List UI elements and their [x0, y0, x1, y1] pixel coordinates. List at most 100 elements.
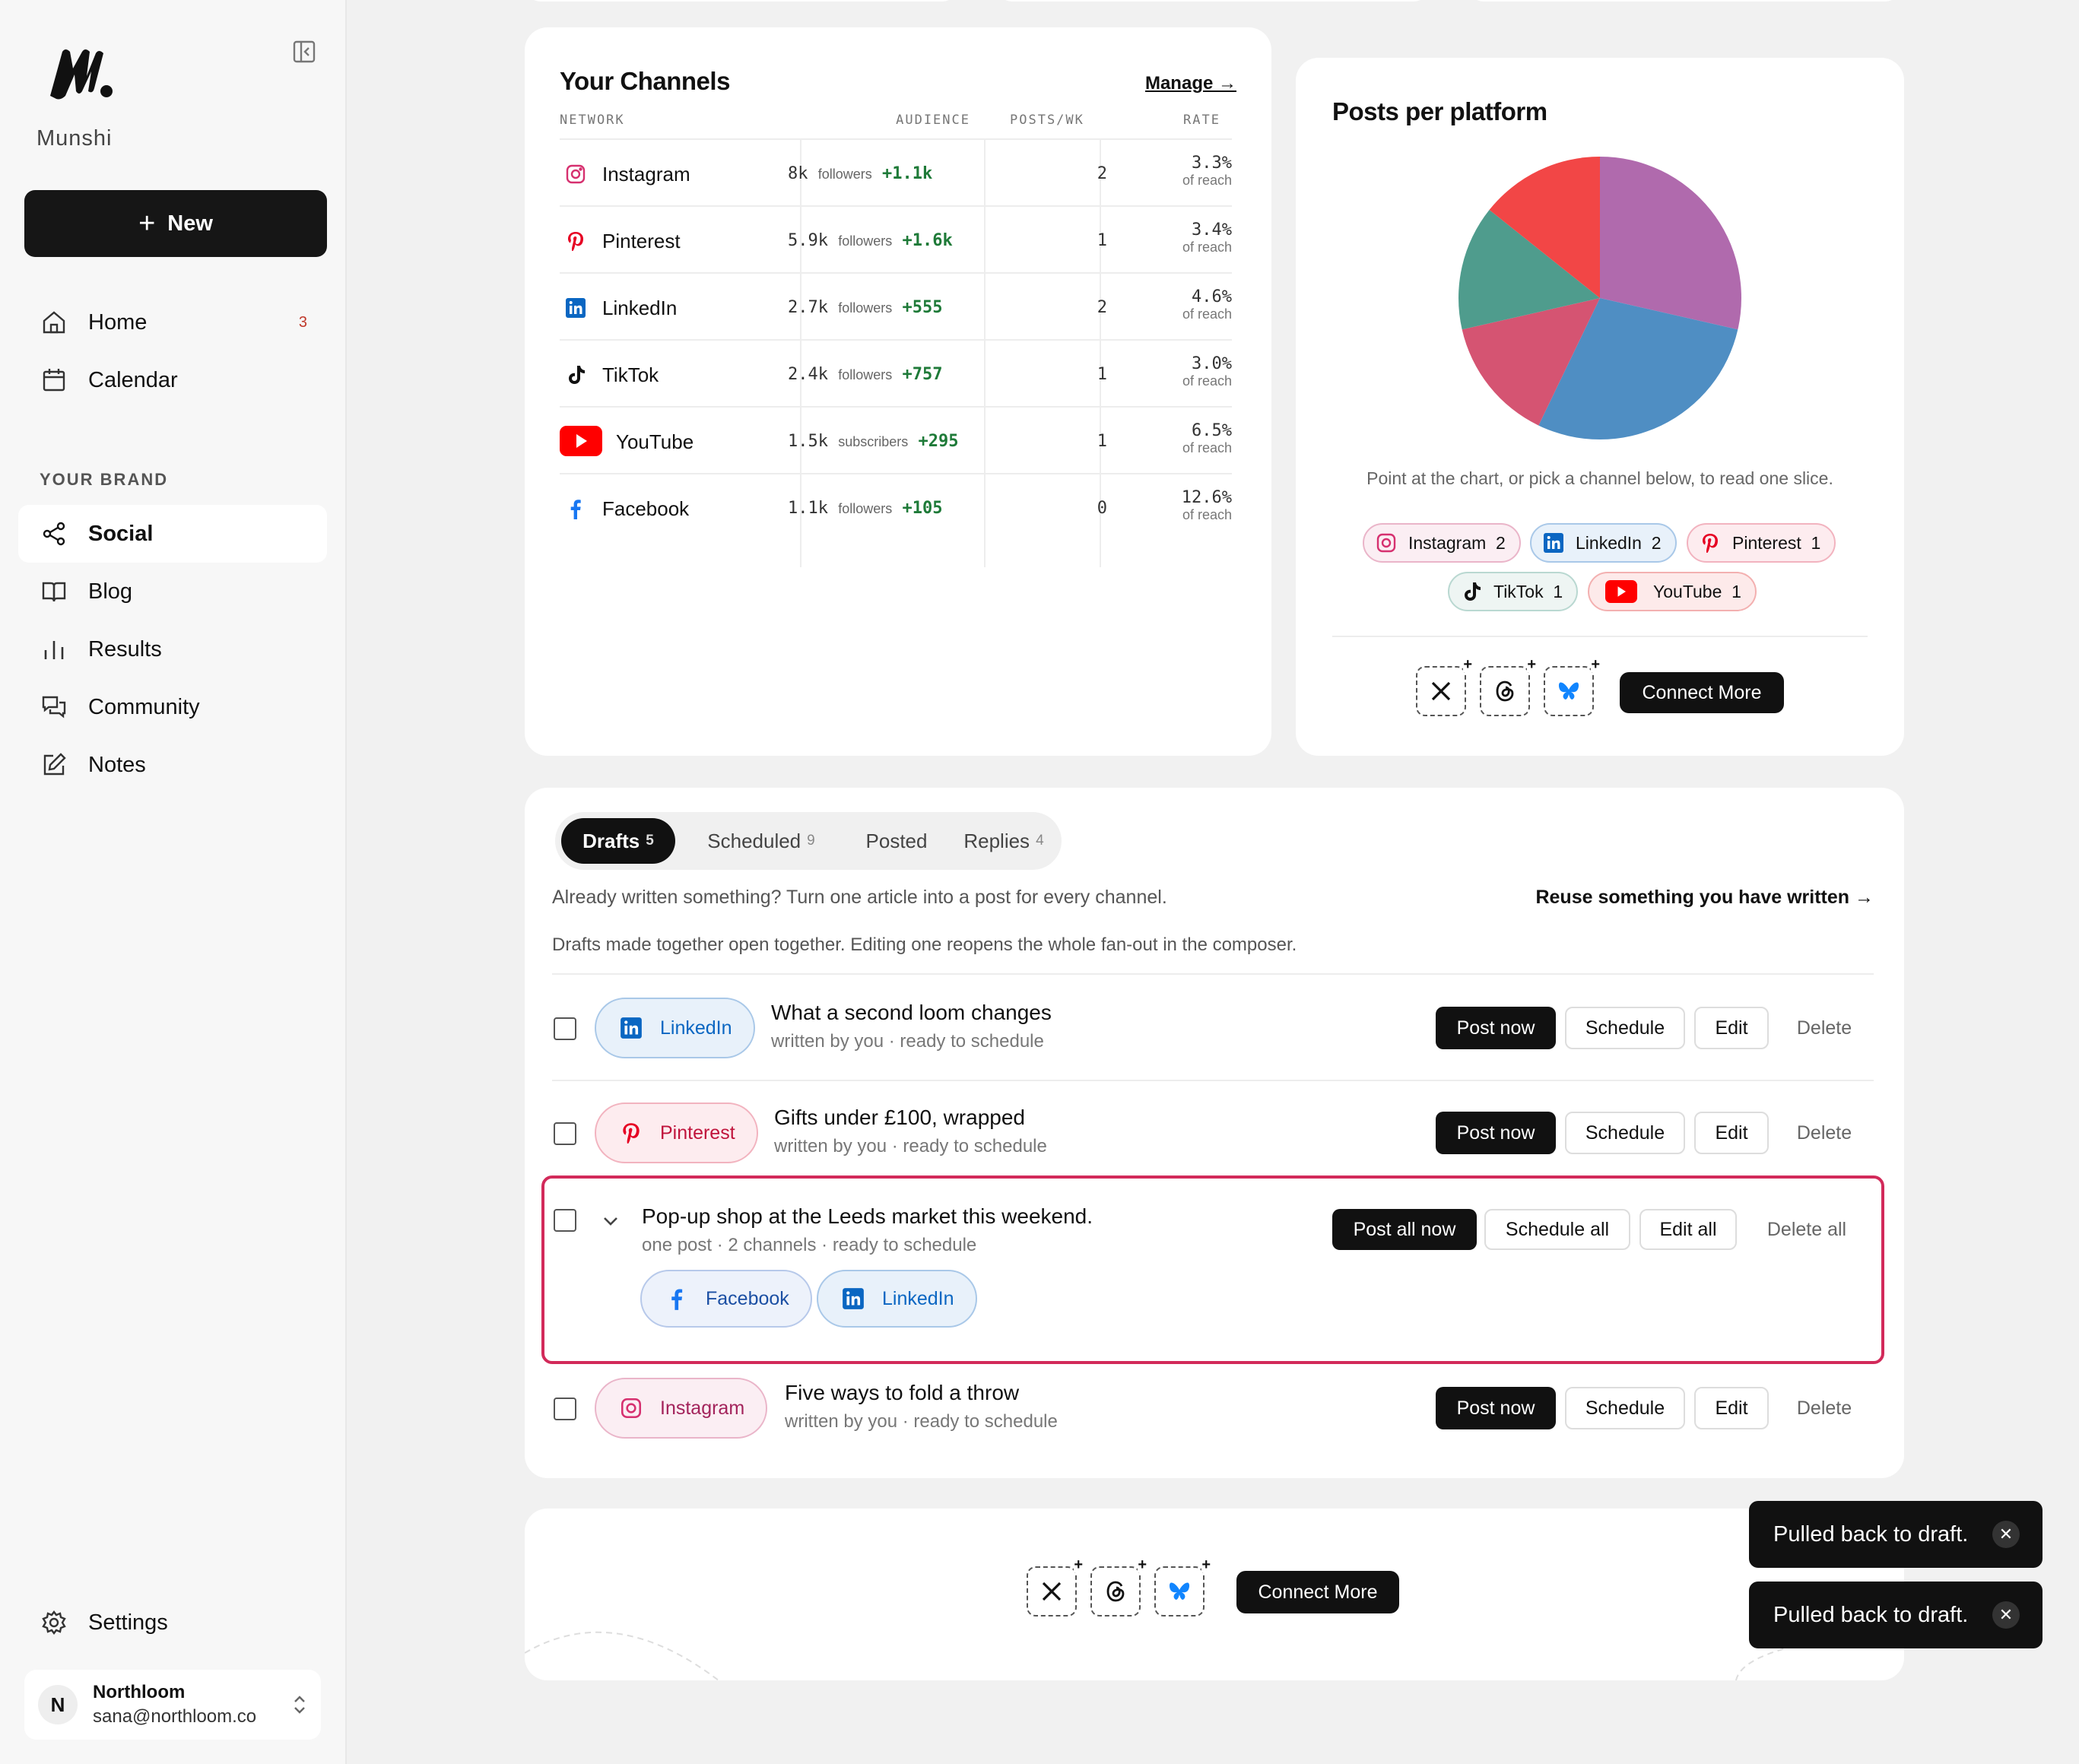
channel-row-facebook[interactable]: Facebook 1.1k followers +105 0 12.6% of r…	[560, 473, 1232, 540]
group-chip-linkedin[interactable]: LinkedIn	[817, 1270, 977, 1328]
edit-button[interactable]: Edit	[1694, 1112, 1769, 1154]
partial-card-top-1	[525, 0, 958, 2]
nav-community[interactable]: Community	[18, 678, 327, 736]
post-now-button[interactable]: Post now	[1436, 1112, 1556, 1154]
tab-posted[interactable]: Posted	[847, 818, 946, 864]
connect-threads-button[interactable]: +	[1090, 1557, 1147, 1616]
draft-group-title[interactable]: Pop-up shop at the Leeds market this wee…	[642, 1204, 1093, 1229]
pill-instagram[interactable]: Instagram 2	[1363, 523, 1521, 563]
youtube-icon	[1605, 580, 1637, 603]
tab-replies[interactable]: Replies 4	[952, 818, 1055, 864]
schedule-all-button[interactable]: Schedule all	[1484, 1209, 1630, 1250]
tab-scheduled[interactable]: Scheduled 9	[681, 818, 841, 864]
schedule-button[interactable]: Schedule	[1565, 1387, 1685, 1429]
group-chip-facebook[interactable]: Facebook	[640, 1270, 812, 1328]
instagram-icon	[621, 1398, 642, 1419]
draft-checkbox[interactable]	[554, 1398, 576, 1420]
home-icon	[43, 311, 65, 334]
platform-card: Posts per platform Point at the chart, o…	[1296, 58, 1904, 756]
calendar-icon	[43, 369, 65, 392]
connect-more-button[interactable]: Connect More	[1236, 1571, 1399, 1613]
post-all-now-button[interactable]: Post all now	[1332, 1209, 1477, 1250]
connect-bluesky-button[interactable]: +	[1154, 1557, 1211, 1616]
connect-x-button[interactable]: +	[1027, 1557, 1083, 1616]
draft-meta: written by you · ready to schedule	[785, 1411, 1058, 1432]
nav-results[interactable]: Results	[18, 620, 327, 678]
draft-group: Pop-up shop at the Leeds market this wee…	[541, 1175, 1884, 1364]
chevron-down-icon[interactable]	[602, 1215, 619, 1227]
threads-icon	[1496, 681, 1514, 702]
partial-card-top-2	[996, 0, 1430, 2]
tab-drafts[interactable]: Drafts 5	[561, 818, 675, 864]
pill-linkedin[interactable]: LinkedIn 2	[1530, 523, 1677, 563]
nav-social[interactable]: Social	[18, 505, 327, 563]
munshi-logo[interactable]	[47, 46, 116, 100]
draft-checkbox[interactable]	[554, 1122, 576, 1145]
channels-card: Your Channels Manage → NETWORK AUDIENCE …	[525, 27, 1271, 756]
brand-name: Munshi	[37, 126, 113, 151]
nav-blog[interactable]: Blog	[18, 563, 327, 620]
draft-title[interactable]: What a second loom changes	[771, 1001, 1052, 1025]
nav-notes[interactable]: Notes	[18, 736, 327, 794]
connect-bluesky-button[interactable]: +	[1544, 657, 1600, 716]
instagram-icon	[566, 164, 586, 184]
account-switcher[interactable]: N Northloom sana@northloom.co	[24, 1670, 321, 1740]
post-now-button[interactable]: Post now	[1436, 1387, 1556, 1429]
delete-button[interactable]: Delete	[1782, 1387, 1866, 1429]
col-rate: RATE	[1183, 113, 1220, 128]
draft-checkbox[interactable]	[554, 1209, 576, 1232]
gear-icon	[42, 1610, 66, 1635]
collapse-sidebar-icon[interactable]	[292, 40, 316, 64]
sidebar: Munshi + New Home 3 Calendar YOUR BRAND …	[0, 0, 347, 1764]
pill-youtube[interactable]: YouTube 1	[1588, 572, 1757, 611]
draft-title[interactable]: Gifts under £100, wrapped	[774, 1106, 1025, 1130]
close-icon[interactable]: ✕	[1992, 1601, 2020, 1629]
draft-channel-chip-linkedin: LinkedIn	[595, 998, 755, 1058]
edit-button[interactable]: Edit	[1694, 1007, 1769, 1049]
linkedin-icon	[566, 298, 586, 318]
toast-notification: Pulled back to draft. ✕	[1749, 1501, 2042, 1568]
delete-button[interactable]: Delete	[1782, 1112, 1866, 1154]
draft-title[interactable]: Five ways to fold a throw	[785, 1381, 1019, 1405]
post-now-button[interactable]: Post now	[1436, 1007, 1556, 1049]
connect-x-button[interactable]: +	[1416, 657, 1472, 716]
draft-channel-chip-pinterest: Pinterest	[595, 1102, 758, 1163]
pill-pinterest[interactable]: Pinterest 1	[1687, 523, 1836, 563]
bluesky-icon	[1169, 1582, 1190, 1600]
nav-settings[interactable]: Settings	[18, 1594, 327, 1651]
delete-button[interactable]: Delete	[1782, 1007, 1866, 1049]
draft-meta: written by you · ready to schedule	[774, 1136, 1047, 1156]
draft-checkbox[interactable]	[554, 1017, 576, 1040]
youtube-icon	[560, 426, 602, 456]
x-icon	[1431, 681, 1451, 701]
channel-row-instagram[interactable]: Instagram 8k followers +1.1k 2 3.3% of re…	[560, 138, 1232, 205]
nav-home[interactable]: Home 3	[18, 293, 327, 351]
connect-more-button[interactable]: Connect More	[1620, 672, 1784, 713]
edit-button[interactable]: Edit	[1694, 1387, 1769, 1429]
avatar: N	[38, 1685, 78, 1724]
channel-row-youtube[interactable]: YouTube 1.5k subscribers +295 1 6.5% of r…	[560, 406, 1232, 473]
nav-calendar[interactable]: Calendar	[18, 351, 327, 409]
pill-tiktok[interactable]: TikTok 1	[1448, 572, 1579, 611]
channel-row-linkedin[interactable]: LinkedIn 2.7k followers +555 2 4.6% of re…	[560, 272, 1232, 339]
draft-channel-chip-instagram: Instagram	[595, 1378, 768, 1439]
channel-row-pinterest[interactable]: Pinterest 5.9k followers +1.6k 1 3.4% of …	[560, 205, 1232, 272]
schedule-button[interactable]: Schedule	[1565, 1112, 1685, 1154]
plus-icon: +	[138, 208, 156, 240]
tiktok-icon	[1465, 582, 1481, 601]
connect-threads-button[interactable]: +	[1480, 657, 1536, 716]
edit-all-button[interactable]: Edit all	[1639, 1209, 1737, 1250]
drafts-card: Drafts 5 Scheduled 9 Posted Replies 4 Alrea…	[525, 788, 1904, 1478]
draft-group-meta: one post · 2 channels · ready to schedul…	[642, 1235, 977, 1255]
schedule-button[interactable]: Schedule	[1565, 1007, 1685, 1049]
manage-link[interactable]: Manage →	[1145, 73, 1236, 94]
close-icon[interactable]: ✕	[1992, 1521, 2020, 1548]
reuse-link[interactable]: Reuse something you have written →	[1535, 887, 1874, 909]
x-icon	[1042, 1582, 1062, 1601]
channel-row-tiktok[interactable]: TikTok 2.4k followers +757 1 3.0% of reac…	[560, 339, 1232, 406]
delete-all-button[interactable]: Delete all	[1746, 1209, 1868, 1250]
divider	[552, 973, 1874, 975]
new-button[interactable]: + New	[24, 190, 327, 257]
posts-pie-chart[interactable]	[1455, 154, 1744, 443]
drafts-tabs: Drafts 5 Scheduled 9 Posted Replies 4	[555, 812, 1062, 870]
